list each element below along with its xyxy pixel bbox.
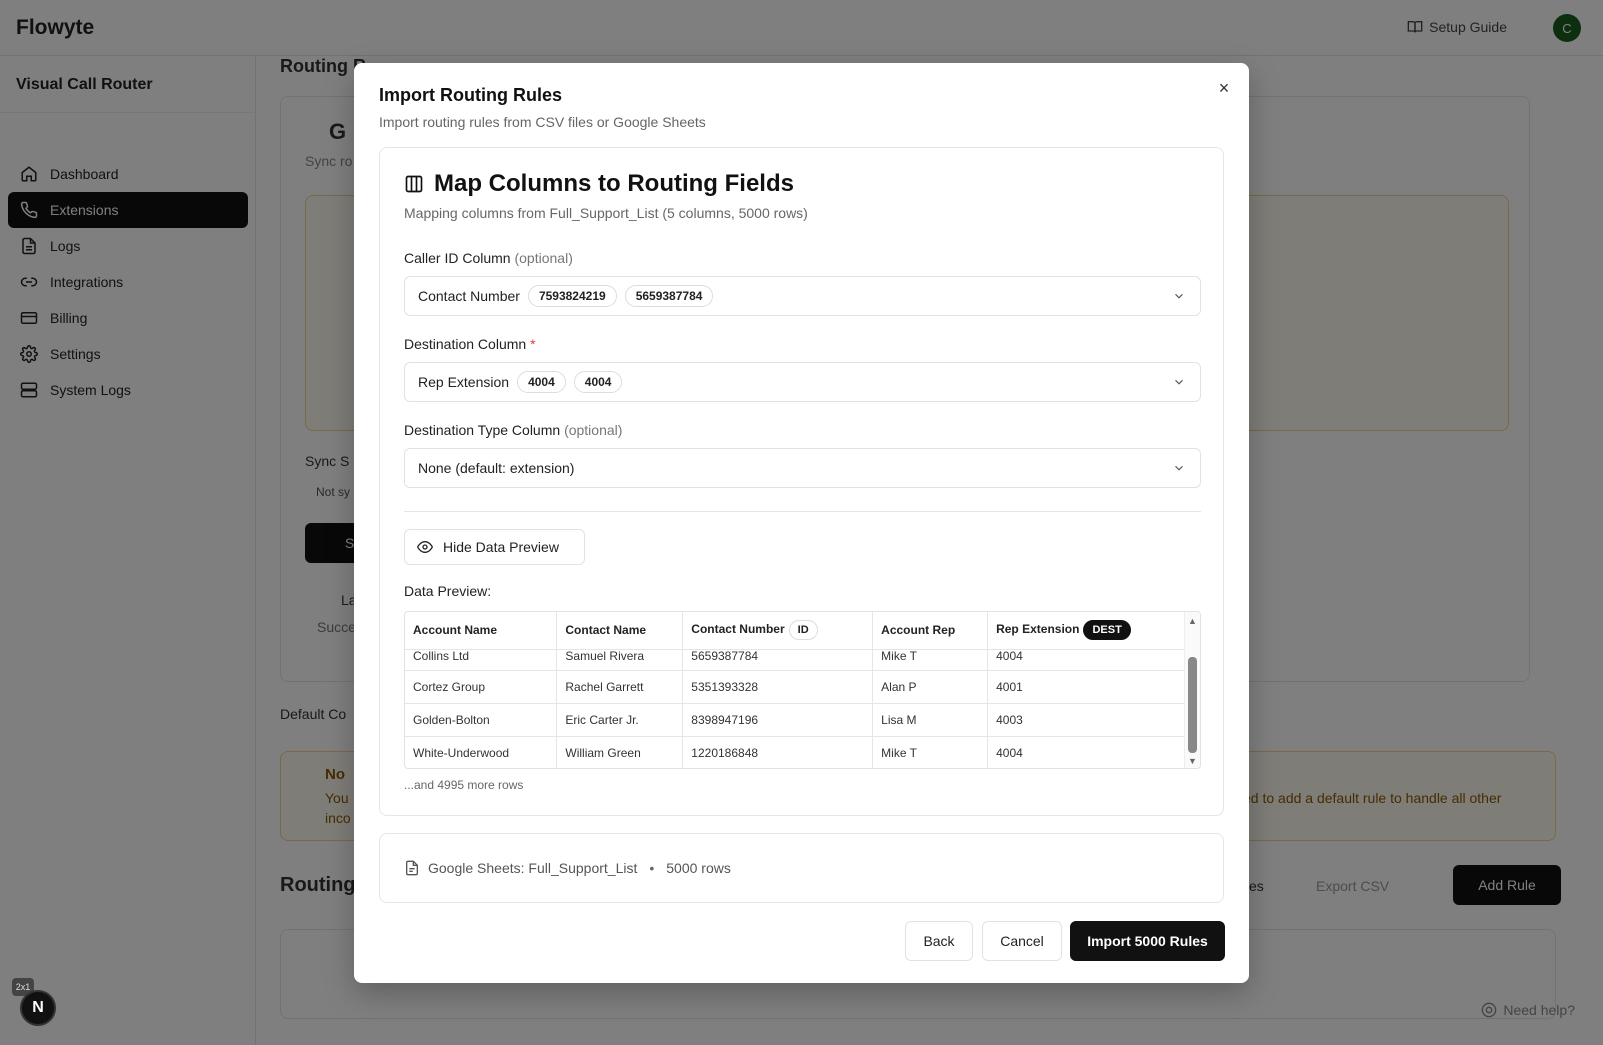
table-scrollbar[interactable]: ▲ ▼: [1184, 612, 1200, 768]
caller-id-label: Caller ID Column (optional): [404, 250, 573, 266]
optional-tag: (optional): [564, 422, 623, 438]
table-cell: Rachel Garrett: [556, 670, 684, 704]
optional-tag: (optional): [514, 250, 573, 266]
map-columns-subtitle: Mapping columns from Full_Support_List (…: [404, 205, 808, 221]
destination-label-text: Destination Column: [404, 336, 527, 352]
need-help-label: Need help?: [1503, 1002, 1575, 1018]
more-rows-note: ...and 4995 more rows: [404, 778, 524, 792]
column-header: Contact Name: [556, 612, 684, 650]
destination-type-value: None (default: extension): [418, 460, 575, 476]
table-cell: William Green: [556, 736, 684, 768]
source-rows: 5000 rows: [666, 860, 731, 876]
sample-chip: 4004: [517, 371, 566, 393]
table-cell: Samuel Rivera: [556, 649, 684, 671]
required-marker: *: [530, 336, 536, 352]
column-header-label: Rep Extension: [996, 622, 1080, 637]
dest-badge: DEST: [1083, 620, 1131, 641]
source-info-card: Google Sheets: Full_Support_List • 5000 …: [379, 833, 1224, 903]
table-cell: Lisa M: [872, 703, 989, 737]
scroll-thumb[interactable]: [1188, 657, 1197, 753]
dialog-subtitle: Import routing rules from CSV files or G…: [379, 114, 706, 130]
scroll-up-arrow-icon[interactable]: ▲: [1188, 616, 1197, 626]
dialog-title: Import Routing Rules: [379, 85, 562, 105]
table-cell: 8398947196: [682, 703, 874, 737]
destination-type-label: Destination Type Column (optional): [404, 422, 622, 438]
destination-value: Rep Extension: [418, 374, 510, 390]
hide-data-preview-label: Hide Data Preview: [443, 539, 559, 555]
sample-chip: 7593824219: [527, 285, 617, 307]
columns-icon: [405, 175, 423, 193]
table-cell: 4004: [987, 649, 1186, 671]
table-cell: Golden-Bolton: [405, 703, 558, 737]
need-help-button[interactable]: Need help?: [1481, 1002, 1575, 1018]
scroll-down-arrow-icon[interactable]: ▼: [1188, 756, 1197, 766]
table-row: White-Underwood William Green 1220186848…: [405, 736, 1186, 768]
destination-type-select[interactable]: None (default: extension): [404, 448, 1201, 488]
separator-dot: •: [649, 860, 655, 876]
table-cell: 5351393328: [682, 670, 874, 704]
table-cell: Eric Carter Jr.: [556, 703, 684, 737]
sample-chip: 4004: [573, 371, 623, 393]
import-routing-rules-dialog: × Import Routing Rules Import routing ru…: [354, 63, 1249, 983]
map-columns-card: Map Columns to Routing Fields Mapping co…: [379, 147, 1224, 816]
document-icon: [406, 860, 418, 876]
table-header-row: Account Name Contact Name Contact Number…: [405, 612, 1186, 650]
table-cell: Cortez Group: [405, 670, 558, 704]
close-icon[interactable]: ×: [1213, 77, 1235, 99]
table-row: Cortez Group Rachel Garrett 5351393328 A…: [405, 670, 1186, 704]
table-row: Golden-Bolton Eric Carter Jr. 8398947196…: [405, 703, 1186, 737]
back-button[interactable]: Back: [905, 921, 973, 961]
map-columns-title: Map Columns to Routing Fields: [404, 170, 794, 198]
column-header: Account Rep: [872, 612, 989, 650]
caller-id-value: Contact Number: [418, 288, 520, 304]
table-cell: 4001: [987, 670, 1186, 704]
column-header: Account Name: [405, 612, 558, 650]
destination-label: Destination Column *: [404, 336, 536, 352]
data-preview-label: Data Preview:: [404, 583, 492, 599]
caller-id-select[interactable]: Contact Number 7593824219 5659387784: [404, 276, 1201, 316]
chevron-down-icon: [1175, 465, 1183, 471]
table-cell: 5659387784: [682, 649, 874, 671]
table-cell: Mike T: [872, 736, 989, 768]
column-header-rep-extension: Rep Extension DEST: [987, 612, 1186, 650]
column-header-label: Contact Number: [691, 622, 785, 637]
destination-type-label-text: Destination Type Column: [404, 422, 561, 438]
data-preview-table[interactable]: Account Name Contact Name Contact Number…: [404, 611, 1201, 769]
help-icon: [1482, 1002, 1497, 1018]
hide-data-preview-button[interactable]: Hide Data Preview: [404, 529, 585, 565]
sample-chip: 5659387784: [624, 285, 714, 307]
destination-select[interactable]: Rep Extension 4004 4004: [404, 362, 1201, 402]
source-name: Google Sheets: Full_Support_List: [428, 860, 638, 876]
table-cell: Alan P: [872, 670, 989, 704]
table-cell: 1220186848: [682, 736, 874, 768]
table-cell: 4003: [987, 703, 1186, 737]
id-badge: ID: [788, 620, 818, 641]
chevron-down-icon: [1175, 293, 1183, 299]
divider: [404, 511, 1201, 512]
eye-icon: [417, 540, 433, 554]
table-cell: Collins Ltd: [405, 649, 558, 671]
table-row: Collins Ltd Samuel Rivera 5659387784 Mik…: [405, 649, 1186, 671]
n-launcher-button[interactable]: N: [20, 990, 56, 1026]
table-cell: Mike T: [872, 649, 989, 671]
chevron-down-icon: [1175, 379, 1183, 385]
cancel-button[interactable]: Cancel: [982, 921, 1062, 961]
caller-id-label-text: Caller ID Column: [404, 250, 511, 266]
table-cell: White-Underwood: [405, 736, 558, 768]
import-rules-confirm-button[interactable]: Import 5000 Rules: [1070, 921, 1225, 961]
map-columns-title-text: Map Columns to Routing Fields: [434, 170, 794, 197]
table-cell: 4004: [987, 736, 1186, 768]
column-header-contact-number: Contact Number ID: [682, 612, 874, 650]
